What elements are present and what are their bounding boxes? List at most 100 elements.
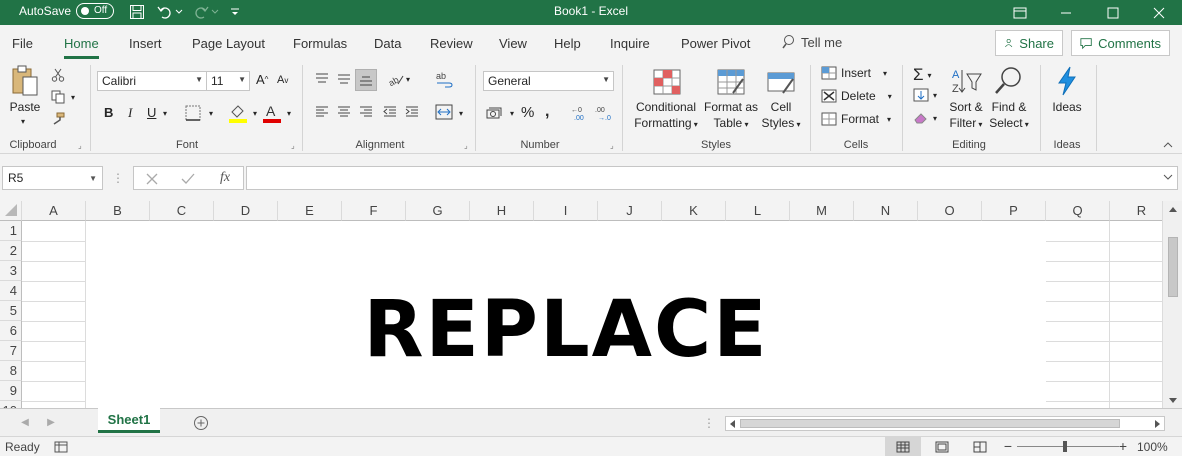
column-header[interactable]: E <box>278 201 342 221</box>
vertical-scrollbar[interactable] <box>1162 201 1182 408</box>
ideas-lightning-icon[interactable] <box>1054 65 1080 97</box>
fill-color-icon[interactable] <box>228 102 248 124</box>
decrease-indent-icon[interactable] <box>381 104 399 120</box>
sheet-tab-sheet1[interactable]: Sheet1 <box>98 408 160 433</box>
find-select-button[interactable]: Find & Select ▾ <box>986 99 1032 133</box>
undo-icon[interactable] <box>156 3 174 21</box>
percent-style-icon[interactable]: % <box>521 104 534 121</box>
column-header[interactable]: I <box>534 201 598 221</box>
tab-formulas[interactable]: Formulas <box>293 36 347 51</box>
conditional-formatting-icon[interactable] <box>652 67 682 97</box>
merge-dropdown-icon[interactable]: ▾ <box>456 109 466 118</box>
select-all-corner[interactable] <box>0 201 22 221</box>
zoom-slider-thumb[interactable] <box>1063 441 1067 452</box>
page-break-view-icon[interactable] <box>968 439 992 455</box>
column-header[interactable]: C <box>150 201 214 221</box>
comments-button[interactable]: Comments <box>1071 30 1170 56</box>
column-header[interactable]: M <box>790 201 854 221</box>
conditional-formatting-button[interactable]: Conditional Formatting ▾ <box>630 99 702 133</box>
tab-split-grip-icon[interactable]: ⋮ <box>703 416 715 430</box>
borders-dropdown-icon[interactable]: ▾ <box>206 109 216 118</box>
zoom-slider-track[interactable] <box>1017 446 1119 447</box>
tab-file[interactable]: File <box>12 36 33 51</box>
fill-color-dropdown-icon[interactable]: ▾ <box>250 109 260 118</box>
column-header[interactable]: P <box>982 201 1046 221</box>
cell-styles-button[interactable]: Cell Styles ▾ <box>758 99 804 133</box>
comma-style-icon[interactable]: , <box>545 103 549 121</box>
name-box[interactable]: R5 ▼ <box>2 166 103 190</box>
bold-button[interactable]: B <box>104 105 113 120</box>
maximize-icon[interactable] <box>1090 0 1136 25</box>
tab-view[interactable]: View <box>499 36 527 51</box>
row-header[interactable]: 10 <box>0 401 22 408</box>
format-as-table-icon[interactable] <box>716 67 746 97</box>
formula-input[interactable] <box>246 166 1178 190</box>
horizontal-scrollbar[interactable] <box>725 416 1165 431</box>
column-header[interactable]: O <box>918 201 982 221</box>
page-layout-view-icon[interactable] <box>930 439 954 455</box>
sort-filter-button[interactable]: Sort & Filter ▾ <box>944 99 988 133</box>
format-as-table-button[interactable]: Format as Table ▾ <box>700 99 762 133</box>
insert-cells-button[interactable]: Insert ▾ <box>821 66 887 80</box>
bottom-align-icon[interactable] <box>355 69 377 91</box>
ideas-button[interactable]: Ideas <box>1046 99 1088 115</box>
row-header[interactable]: 1 <box>0 221 22 241</box>
tell-me-box[interactable]: Tell me <box>781 34 842 50</box>
scroll-down-icon[interactable] <box>1168 397 1178 405</box>
tab-data[interactable]: Data <box>374 36 401 51</box>
column-header[interactable]: H <box>470 201 534 221</box>
tab-inquire[interactable]: Inquire <box>610 36 650 51</box>
cut-icon[interactable] <box>50 67 66 83</box>
find-select-icon[interactable] <box>992 65 1024 97</box>
font-color-icon[interactable]: A <box>262 102 282 124</box>
confirm-entry-icon[interactable] <box>180 171 196 187</box>
prev-sheet-icon[interactable]: ◀ <box>20 416 30 428</box>
copy-dropdown-icon[interactable]: ▾ <box>68 93 78 102</box>
next-sheet-icon[interactable]: ▶ <box>46 416 56 428</box>
horizontal-scroll-thumb[interactable] <box>740 419 1120 428</box>
increase-decimal-icon[interactable]: ←0.00 <box>570 104 592 122</box>
row-header[interactable]: 7 <box>0 341 22 361</box>
column-header[interactable]: K <box>662 201 726 221</box>
row-header[interactable]: 6 <box>0 321 22 341</box>
column-header[interactable]: A <box>22 201 86 221</box>
column-header[interactable]: L <box>726 201 790 221</box>
collapse-ribbon-icon[interactable] <box>1162 139 1174 151</box>
column-header[interactable]: N <box>854 201 918 221</box>
ribbon-display-options-icon[interactable] <box>997 0 1043 25</box>
redo-dropdown-icon[interactable] <box>210 3 220 21</box>
format-cells-button[interactable]: Format ▾ <box>821 112 891 126</box>
cancel-entry-icon[interactable] <box>144 171 160 187</box>
macro-record-icon[interactable] <box>54 440 68 454</box>
scroll-left-icon[interactable] <box>728 419 736 428</box>
middle-align-icon[interactable] <box>335 71 353 87</box>
autosave-toggle[interactable]: Off <box>76 3 114 19</box>
tab-power-pivot[interactable]: Power Pivot <box>681 36 750 51</box>
wrap-text-icon[interactable]: ab <box>434 69 454 91</box>
close-icon[interactable] <box>1136 0 1182 25</box>
vertical-scroll-thumb[interactable] <box>1168 237 1178 297</box>
merge-center-icon[interactable] <box>434 102 454 122</box>
orientation-dropdown-icon[interactable]: ▾ <box>403 75 413 84</box>
align-right-icon[interactable] <box>357 104 375 120</box>
tab-review[interactable]: Review <box>430 36 473 51</box>
column-header[interactable]: Q <box>1046 201 1110 221</box>
customize-toolbar-icon[interactable] <box>228 3 242 21</box>
row-header[interactable]: 9 <box>0 381 22 401</box>
tab-page-layout[interactable]: Page Layout <box>192 36 265 51</box>
row-header[interactable]: 2 <box>0 241 22 261</box>
insert-function-icon[interactable]: fx <box>216 170 234 186</box>
decrease-font-size-icon[interactable]: Av <box>277 74 288 86</box>
normal-view-icon[interactable] <box>885 437 921 456</box>
align-center-icon[interactable] <box>335 104 353 120</box>
copy-icon[interactable] <box>50 89 66 105</box>
accounting-dropdown-icon[interactable]: ▾ <box>507 109 517 118</box>
worksheet-grid[interactable]: A B C D E F G H I J K L M N O P Q R 1 2 … <box>0 201 1182 408</box>
share-button[interactable]: Share <box>995 30 1063 56</box>
top-align-icon[interactable] <box>313 71 331 87</box>
scroll-up-icon[interactable] <box>1168 205 1178 213</box>
format-painter-icon[interactable] <box>50 111 66 127</box>
number-format-combo[interactable]: General ▼ <box>483 71 614 91</box>
new-sheet-icon[interactable] <box>193 415 209 431</box>
font-size-combo[interactable]: 11 ▼ <box>206 71 250 91</box>
